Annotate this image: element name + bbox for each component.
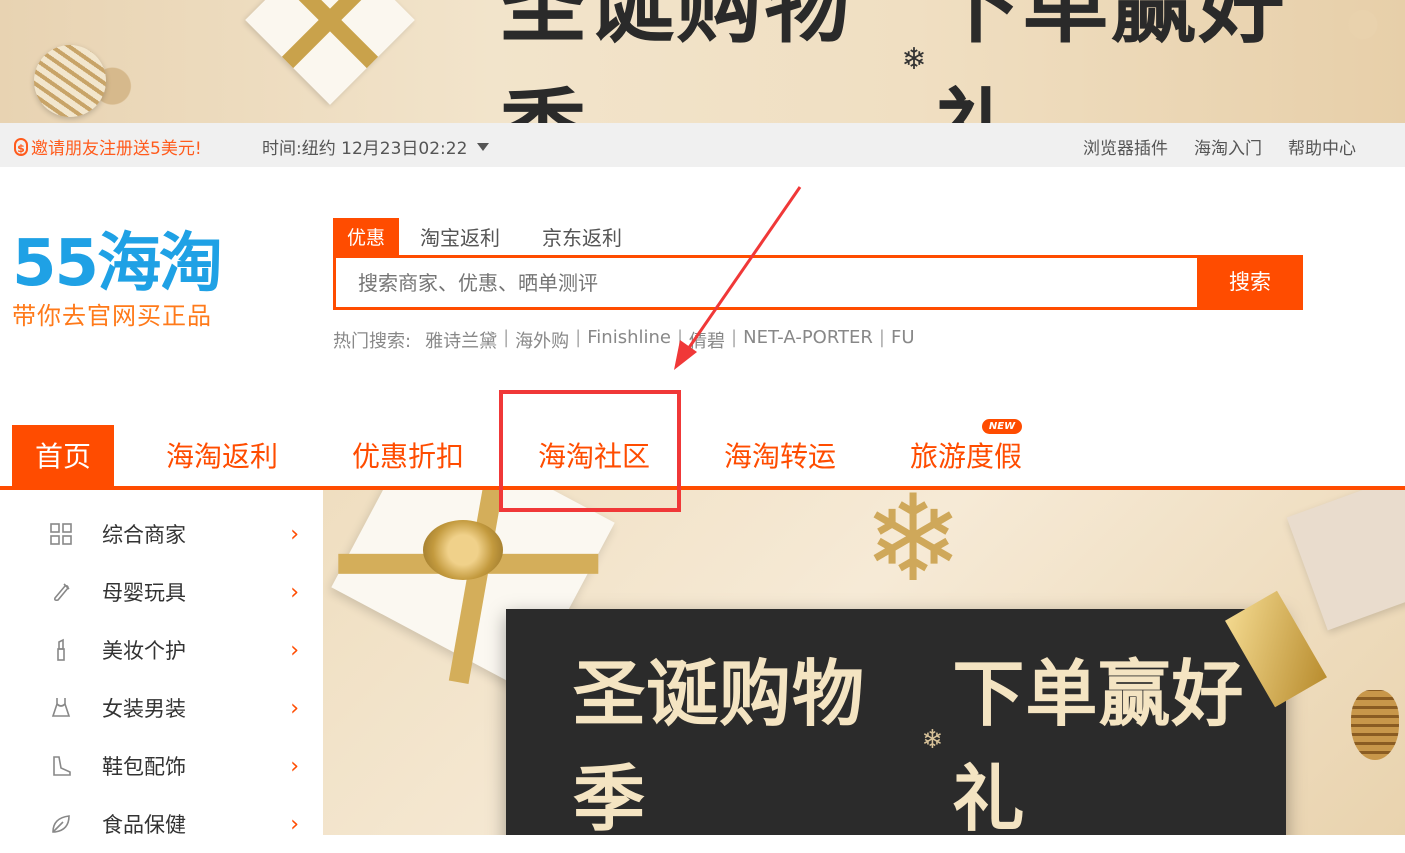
category-label: 母婴玩具	[102, 581, 186, 605]
main-banner-title-part2: 下单赢好礼	[952, 652, 1245, 835]
nav-travel[interactable]: 旅游度假	[894, 425, 1038, 486]
category-item[interactable]: 母婴玩具 ›	[12, 563, 323, 621]
snowflake-icon: ❄	[921, 725, 945, 755]
hot-search-item[interactable]: 雅诗兰黛	[425, 327, 497, 353]
separator: |	[731, 327, 738, 348]
category-label: 女装男装	[102, 697, 186, 721]
category-label: 综合商家	[102, 523, 186, 547]
category-item[interactable]: 食品保健 ›	[12, 795, 323, 853]
search-tab-jd[interactable]: 京东返利	[521, 218, 643, 256]
nav-discounts[interactable]: 优惠折扣	[336, 425, 480, 486]
clothing-icon	[48, 695, 74, 721]
logo-slogan: 带你去官网买正品	[12, 302, 212, 330]
category-label: 美妆个护	[102, 639, 186, 663]
gift-box-image	[245, 0, 415, 105]
banner-title-part1: 圣诞购物季	[500, 0, 852, 123]
hot-search-item[interactable]: NET-A-PORTER	[743, 327, 873, 353]
separator: |	[676, 327, 684, 348]
main-banner-title-part1: 圣诞购物季	[573, 652, 866, 835]
chevron-right-icon: ›	[290, 695, 299, 721]
baby-bottle-icon	[48, 579, 74, 605]
hot-search-item[interactable]: 海外购	[515, 327, 569, 353]
beginner-guide-link[interactable]: 海淘入门	[1194, 134, 1262, 159]
coin-icon: $	[14, 137, 28, 156]
top-promo-banner[interactable]: 圣诞购物季 ❄ 下单赢好礼	[0, 0, 1405, 123]
leaf-icon	[48, 811, 74, 837]
browser-plugin-link[interactable]: 浏览器插件	[1083, 134, 1168, 159]
top-links: 浏览器插件 海淘入门 帮助中心	[1083, 134, 1356, 159]
time-value: 纽约 12月23日02:22	[301, 139, 468, 159]
new-badge: NEW	[982, 419, 1022, 434]
snowflake-icon: ❄	[901, 41, 929, 77]
nav-forwarding[interactable]: 海淘转运	[708, 425, 852, 486]
category-item[interactable]: 鞋包配饰 ›	[12, 737, 323, 795]
hot-search-item[interactable]: Finishline	[587, 327, 671, 353]
ornament-ball-image	[34, 45, 106, 117]
hot-searches: 热门搜索: 雅诗兰黛 | 海外购 | Finishline | 倩碧 | NET-A-P…	[333, 327, 915, 353]
hot-search-item[interactable]: FU	[891, 327, 915, 353]
snowflake-ornament-image: ❄	[863, 490, 964, 609]
chevron-right-icon: ›	[290, 637, 299, 663]
category-sidebar: 综合商家 › 母婴玩具 › 美妆个护 › 女装男装 › 鞋包配饰 › 食品保健 …	[12, 490, 323, 837]
lipstick-icon	[48, 637, 74, 663]
hot-search-item[interactable]: 倩碧	[689, 327, 725, 353]
search-tab-deals[interactable]: 优惠	[333, 218, 400, 256]
time-selector[interactable]: 时间: 纽约 12月23日02:22	[262, 134, 490, 159]
bow-image	[423, 520, 503, 580]
category-item[interactable]: 美妆个护 ›	[12, 621, 323, 679]
hot-search-label: 热门搜索:	[333, 331, 412, 352]
category-label: 鞋包配饰	[102, 755, 186, 779]
search-tab-taobao[interactable]: 淘宝返利	[399, 218, 521, 256]
nav-home[interactable]: 首页	[12, 425, 114, 486]
pinecone-image	[1351, 690, 1399, 760]
chevron-right-icon: ›	[290, 579, 299, 605]
separator: |	[503, 327, 510, 348]
chevron-right-icon: ›	[290, 811, 299, 837]
search-input[interactable]	[336, 258, 1199, 307]
nav-rebate[interactable]: 海淘返利	[150, 425, 294, 486]
invite-text: 邀请朋友注册送5美元!	[31, 139, 202, 159]
invite-link[interactable]: $ 邀请朋友注册送5美元!	[14, 134, 202, 159]
boot-icon	[48, 753, 74, 779]
gift-box-image	[1286, 490, 1405, 631]
main-promo-banner[interactable]: ❄ 圣诞购物季 ❄ 下单赢好礼	[323, 490, 1405, 835]
main-banner-title: 圣诞购物季 ❄ 下单赢好礼	[573, 652, 1293, 835]
category-item[interactable]: 女装男装 ›	[12, 679, 323, 737]
logo-main-text: 55海淘	[12, 227, 223, 301]
search-button[interactable]: 搜索	[1197, 255, 1303, 310]
annotation-highlight-box	[499, 390, 681, 512]
category-item[interactable]: 综合商家 ›	[12, 505, 323, 563]
banner-title-part2: 下单赢好礼	[934, 0, 1287, 123]
time-label: 时间:	[262, 139, 302, 159]
help-center-link[interactable]: 帮助中心	[1288, 134, 1356, 159]
ribbon	[448, 490, 511, 685]
site-logo[interactable]: 55海淘 带你去官网买正品	[12, 227, 223, 331]
banner-title: 圣诞购物季 ❄ 下单赢好礼	[500, 0, 1330, 123]
top-bar: $ 邀请朋友注册送5美元! 时间: 纽约 12月23日02:22 浏览器插件 海…	[0, 123, 1405, 167]
grid-icon	[48, 521, 74, 547]
search-box	[333, 255, 1199, 310]
search-tabs: 优惠 淘宝返利 京东返利	[333, 218, 643, 256]
caret-down-icon[interactable]	[477, 142, 490, 151]
chevron-right-icon: ›	[290, 521, 299, 547]
separator: |	[878, 327, 885, 348]
chevron-right-icon: ›	[290, 753, 299, 779]
separator: |	[575, 327, 582, 348]
